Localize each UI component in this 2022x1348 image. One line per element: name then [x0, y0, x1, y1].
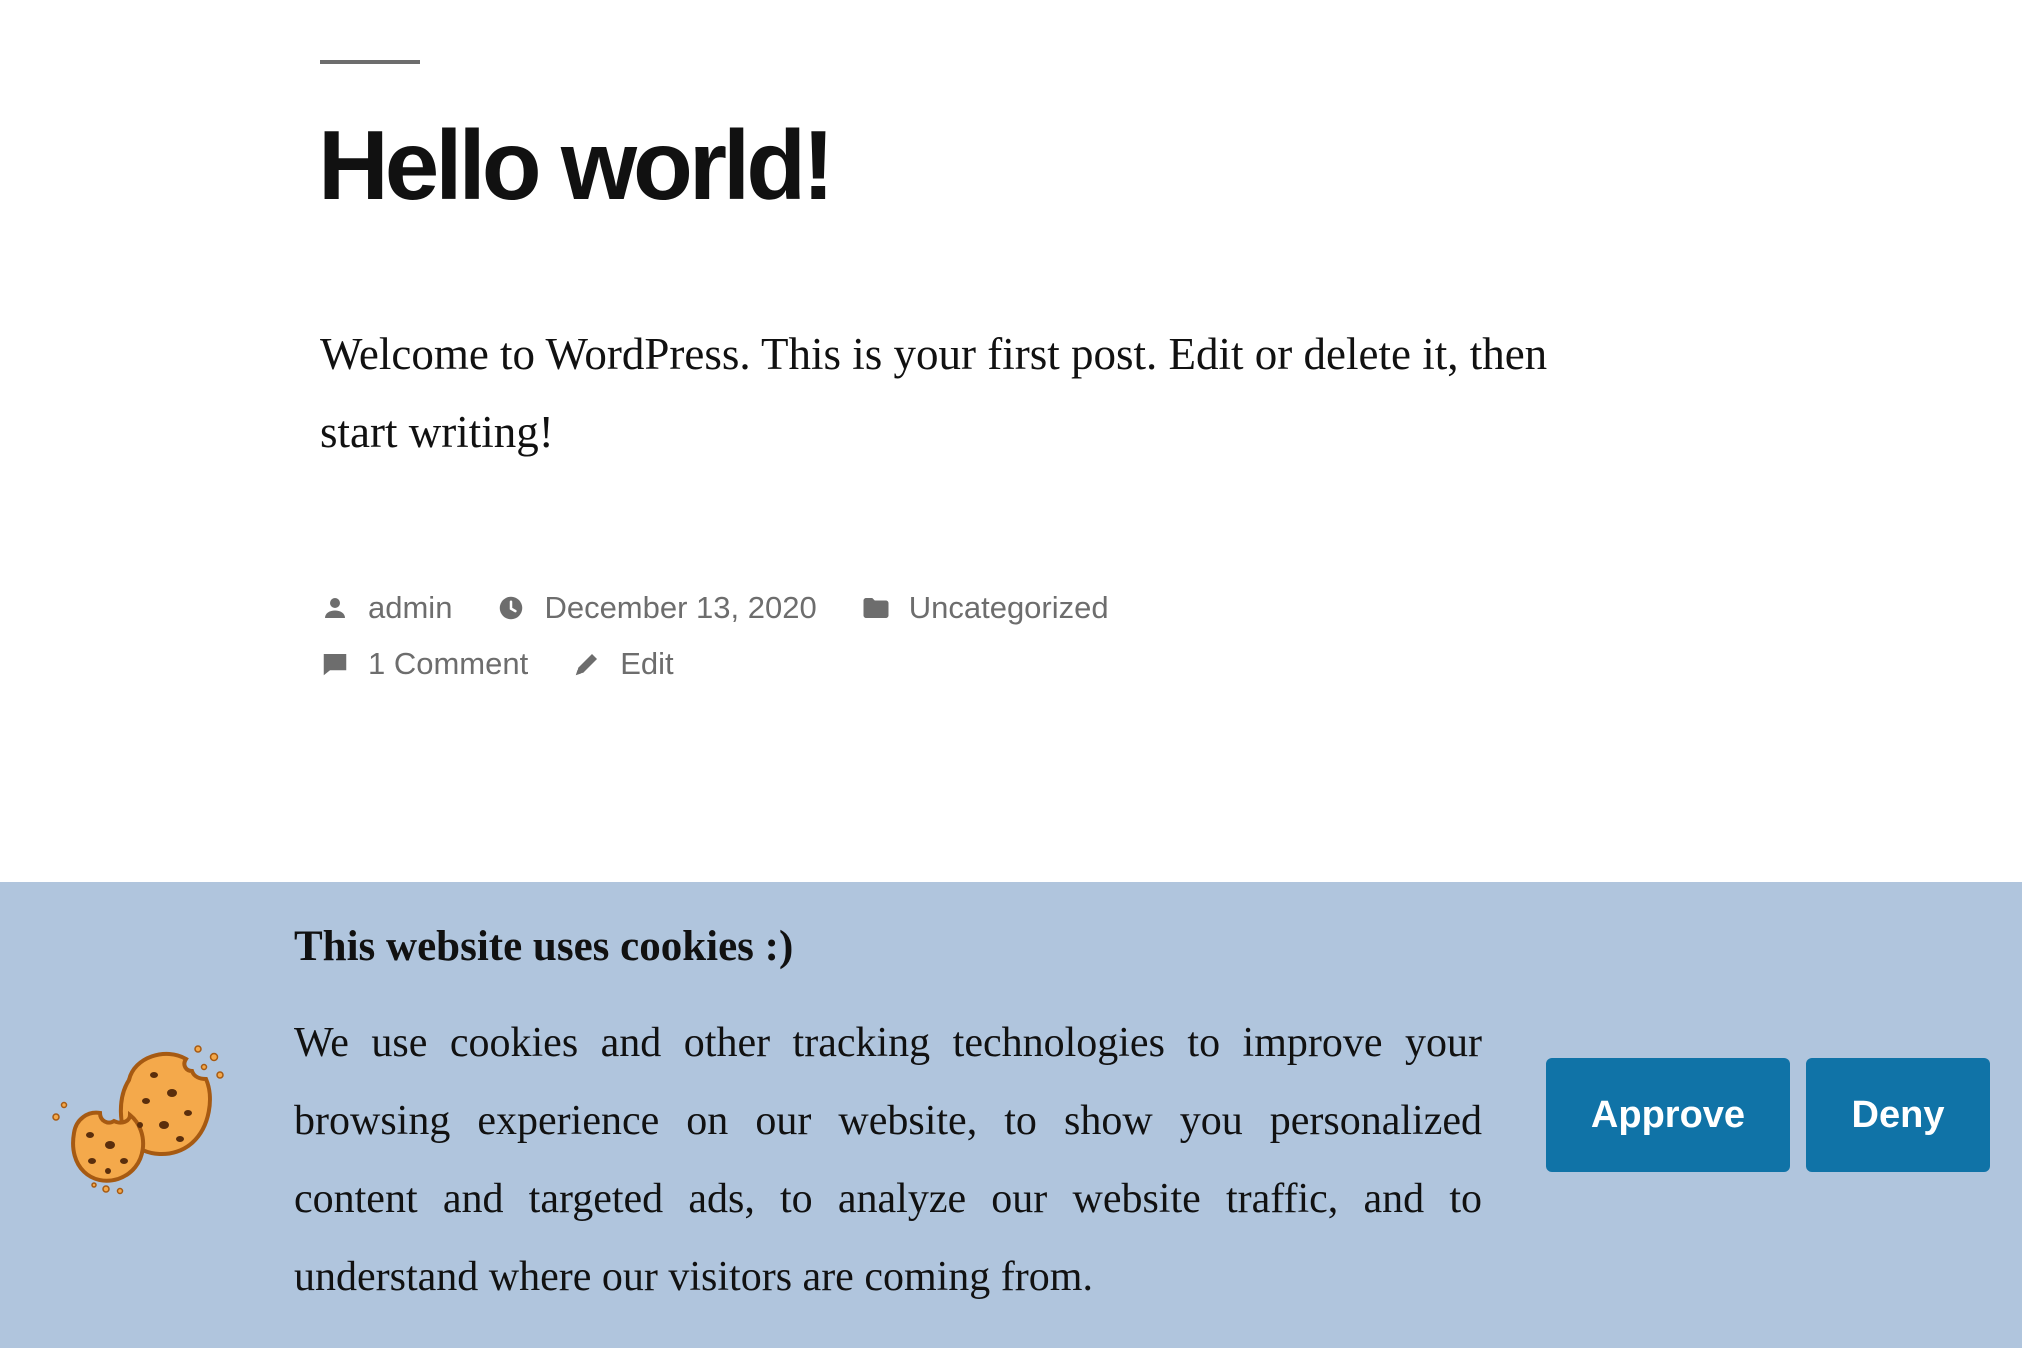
post-content: Welcome to WordPress. This is your first…	[320, 329, 1548, 457]
post-comments: 1 Comment	[320, 646, 528, 682]
clock-icon	[496, 593, 526, 623]
post-author: admin	[320, 590, 452, 626]
title-divider	[320, 60, 420, 64]
post-date: December 13, 2020	[496, 590, 817, 626]
pencil-icon	[572, 649, 602, 679]
post-edit-link[interactable]: Edit	[620, 646, 673, 682]
folder-icon	[861, 593, 891, 623]
post-meta: admin December 13, 2020 Uncategorized 1 …	[320, 580, 1720, 692]
comment-icon	[320, 649, 350, 679]
post-author-link[interactable]: admin	[368, 590, 452, 626]
post-title: Hello world!	[318, 110, 835, 220]
deny-button[interactable]: Deny	[1806, 1058, 1990, 1172]
post-edit: Edit	[572, 646, 674, 682]
post-meta-row-2: 1 Comment Edit	[320, 636, 1720, 692]
approve-button[interactable]: Approve	[1546, 1058, 1790, 1172]
cookie-icon	[34, 1035, 224, 1195]
person-icon	[320, 593, 350, 623]
cookie-heading: This website uses cookies :)	[294, 923, 794, 970]
post-category: Uncategorized	[861, 590, 1109, 626]
post-category-link[interactable]: Uncategorized	[909, 590, 1109, 626]
post-meta-row-1: admin December 13, 2020 Uncategorized	[320, 580, 1720, 636]
cookie-text: We use cookies and other tracking techno…	[294, 1020, 1482, 1300]
post-comments-link[interactable]: 1 Comment	[368, 646, 528, 682]
post-date-link[interactable]: December 13, 2020	[544, 590, 816, 626]
